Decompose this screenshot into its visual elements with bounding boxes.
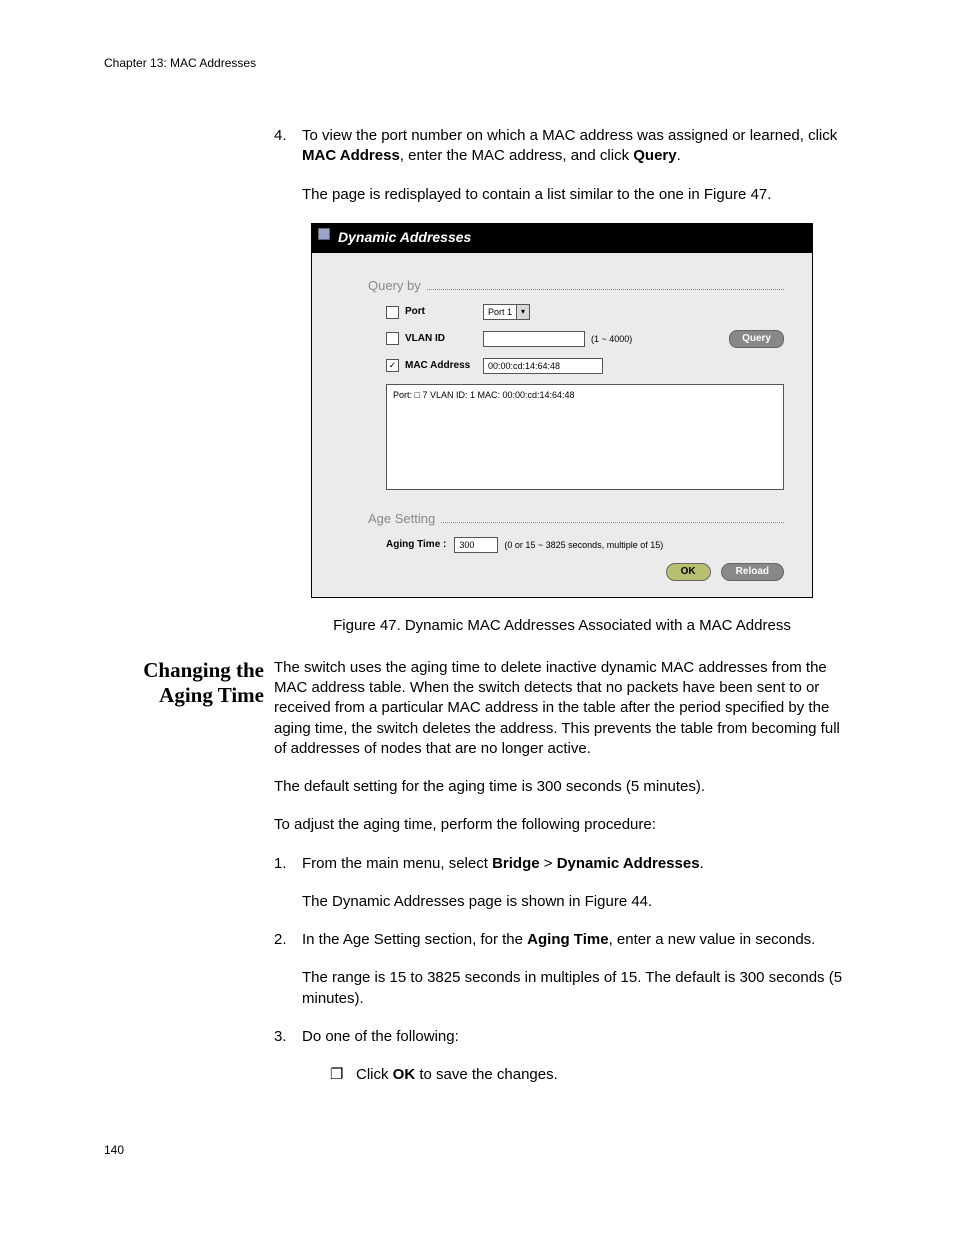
- chapter-header: Chapter 13: MAC Addresses: [104, 56, 850, 70]
- step-4-para2: The page is redisplayed to contain a lis…: [302, 185, 850, 205]
- list-marker: 2.: [274, 930, 302, 1009]
- vlan-range: (1 ~ 4000): [591, 333, 632, 345]
- list-marker: 1.: [274, 854, 302, 913]
- aging-para1: The switch uses the aging time to delete…: [274, 658, 850, 759]
- step-3-line: Do one of the following:: [302, 1027, 850, 1047]
- query-button[interactable]: Query: [729, 330, 784, 348]
- window-titlebar: Dynamic Addresses: [312, 224, 812, 253]
- query-by-group: Query by: [368, 277, 784, 295]
- chevron-down-icon: ▾: [516, 305, 529, 319]
- figure-caption: Figure 47. Dynamic MAC Addresses Associa…: [274, 616, 850, 636]
- ok-button[interactable]: OK: [666, 563, 711, 581]
- label-aging-time: Aging Time :: [386, 538, 446, 552]
- window-title: Dynamic Addresses: [338, 229, 471, 245]
- step-4-para1: To view the port number on which a MAC a…: [302, 126, 850, 167]
- step-1-line: From the main menu, select Bridge > Dyna…: [302, 854, 850, 874]
- row-mac: MAC Address 00:00:cd:14:64:48: [386, 358, 784, 374]
- checkbox-port[interactable]: [386, 306, 399, 319]
- bullet-icon: ❐: [330, 1065, 356, 1085]
- aging-time-input[interactable]: 300: [454, 537, 498, 553]
- step-3: 3. Do one of the following: ❐ Click OK t…: [274, 1027, 850, 1086]
- step-3-bullet: ❐ Click OK to save the changes.: [330, 1065, 850, 1085]
- result-line: Port: □ 7 VLAN ID: 1 MAC: 00:00:cd:14:64…: [393, 389, 777, 401]
- step-1: 1. From the main menu, select Bridge > D…: [274, 854, 850, 913]
- row-aging-time: Aging Time : 300 (0 or 15 ~ 3825 seconds…: [386, 537, 784, 553]
- list-marker: 3.: [274, 1027, 302, 1086]
- window-icon: [318, 228, 330, 240]
- figure-47: Dynamic Addresses Query by Port Port 1 ▾: [311, 223, 813, 598]
- checkbox-mac[interactable]: [386, 359, 399, 372]
- label-port: Port: [405, 305, 483, 319]
- reload-button[interactable]: Reload: [721, 563, 784, 581]
- age-setting-group: Age Setting: [368, 510, 784, 528]
- row-vlan: VLAN ID (1 ~ 4000) Query: [386, 330, 784, 348]
- step-2-followup: The range is 15 to 3825 seconds in multi…: [302, 968, 850, 1009]
- section-heading: Changing the Aging Time: [104, 658, 264, 708]
- mac-input[interactable]: 00:00:cd:14:64:48: [483, 358, 603, 374]
- step-2-line: In the Age Setting section, for the Agin…: [302, 930, 850, 950]
- results-box: Port: □ 7 VLAN ID: 1 MAC: 00:00:cd:14:64…: [386, 384, 784, 490]
- checkbox-vlan[interactable]: [386, 332, 399, 345]
- label-vlan: VLAN ID: [405, 332, 483, 346]
- step-1-followup: The Dynamic Addresses page is shown in F…: [302, 892, 850, 912]
- aging-para3: To adjust the aging time, perform the fo…: [274, 815, 850, 835]
- row-port: Port Port 1 ▾: [386, 304, 784, 320]
- vlan-input[interactable]: [483, 331, 585, 347]
- step-4: 4. To view the port number on which a MA…: [274, 126, 850, 205]
- aging-time-hint: (0 or 15 ~ 3825 seconds, multiple of 15): [504, 539, 663, 551]
- label-mac: MAC Address: [405, 359, 483, 373]
- port-select[interactable]: Port 1 ▾: [483, 304, 530, 320]
- page-number: 140: [104, 1143, 850, 1157]
- step-2: 2. In the Age Setting section, for the A…: [274, 930, 850, 1009]
- list-marker: 4.: [274, 126, 302, 205]
- aging-para2: The default setting for the aging time i…: [274, 777, 850, 797]
